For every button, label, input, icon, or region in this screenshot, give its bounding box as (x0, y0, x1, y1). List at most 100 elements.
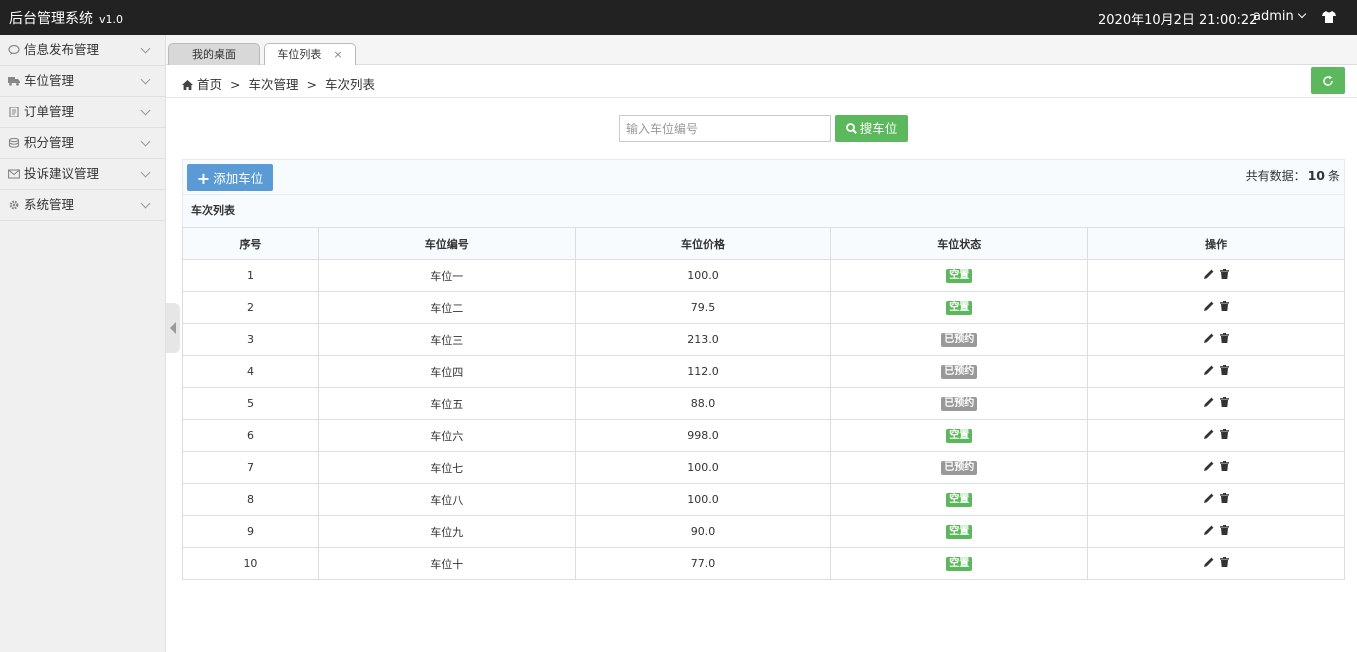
tab-label: 我的桌面 (192, 48, 236, 61)
refresh-icon (1323, 75, 1333, 86)
cell-status: 空置 (830, 515, 1089, 548)
tshirt-icon[interactable] (1322, 11, 1336, 23)
edit-button[interactable] (1203, 429, 1214, 442)
breadcrumb-separator: > (306, 77, 317, 92)
delete-button[interactable] (1219, 269, 1229, 282)
top-header: 后台管理系统 v1.0 2020年10月2日 21:00:22 admin (0, 0, 1357, 35)
delete-button[interactable] (1219, 333, 1229, 346)
cell-no: 5 (182, 387, 319, 420)
table-row: 5 车位五 88.0 已预约 (182, 387, 1345, 420)
trash-icon (1219, 301, 1229, 312)
edit-button[interactable] (1203, 269, 1214, 282)
status-badge: 空置 (946, 493, 973, 507)
sidebar-item-label: 信息发布管理 (24, 42, 100, 57)
cell-actions (1087, 451, 1345, 484)
cell-price: 90.0 (574, 515, 832, 548)
trash-icon (1219, 429, 1229, 440)
search-button[interactable]: 搜车位 (835, 115, 908, 142)
delete-button[interactable] (1219, 461, 1229, 474)
cell-price: 100.0 (574, 451, 832, 484)
cell-status: 已预约 (830, 387, 1089, 420)
trash-icon (1219, 557, 1229, 568)
sidebar-item-info[interactable]: 信息发布管理 (0, 35, 165, 66)
cell-price: 77.0 (574, 547, 832, 580)
status-badge: 已预约 (941, 397, 978, 411)
cell-no: 3 (182, 323, 319, 356)
table-row: 6 车位六 998.0 空置 (182, 419, 1345, 452)
cell-price: 88.0 (574, 387, 832, 420)
header-datetime: 2020年10月2日 21:00:22 (1098, 13, 1258, 28)
edit-button[interactable] (1203, 397, 1214, 410)
app-logo[interactable]: 后台管理系统 v1.0 (9, 8, 123, 28)
user-menu[interactable]: admin (1253, 9, 1306, 24)
edit-button[interactable] (1203, 461, 1214, 474)
sidebar-item-system[interactable]: 系统管理 (0, 190, 165, 221)
delete-button[interactable] (1219, 301, 1229, 314)
cell-status: 已预约 (830, 451, 1089, 484)
cell-price: 100.0 (574, 259, 832, 292)
edit-button[interactable] (1203, 557, 1214, 570)
search-input[interactable] (619, 115, 831, 142)
cell-status: 空置 (830, 547, 1089, 580)
table-row: 9 车位九 90.0 空置 (182, 515, 1345, 548)
edit-icon (1203, 397, 1213, 408)
trash-icon (1219, 493, 1229, 504)
cell-status: 空置 (830, 291, 1089, 324)
delete-button[interactable] (1219, 557, 1229, 570)
record-count: 共有数据： 10 条 (1246, 167, 1340, 184)
sidebar-item-label: 车位管理 (24, 73, 75, 88)
tab-parking-list[interactable]: 车位列表 × (264, 43, 356, 66)
cell-status: 空置 (830, 419, 1089, 452)
edit-icon (1203, 557, 1213, 568)
edit-icon (1203, 525, 1213, 536)
breadcrumb-home[interactable]: 首页 (197, 77, 222, 92)
table-row: 1 车位一 100.0 空置 (182, 259, 1345, 292)
trash-icon (1219, 365, 1229, 376)
plus-icon: + (196, 169, 211, 188)
gear-icon (9, 200, 19, 209)
delete-button[interactable] (1219, 493, 1229, 506)
sidebar-item-label: 积分管理 (24, 135, 75, 150)
delete-button[interactable] (1219, 365, 1229, 378)
edit-button[interactable] (1203, 333, 1214, 346)
tab-desktop[interactable]: 我的桌面 (168, 43, 260, 65)
sidebar-collapse-toggle[interactable] (166, 303, 180, 353)
cell-code: 车位五 (317, 387, 576, 420)
breadcrumb-level1[interactable]: 车次管理 (249, 77, 299, 92)
edit-icon (1203, 493, 1213, 504)
sidebar: 信息发布管理 车位管理 订单管理 积分管理 投诉建议管理 系统管理 (0, 35, 166, 652)
cell-no: 4 (182, 355, 319, 388)
sidebar-item-feedback[interactable]: 投诉建议管理 (0, 159, 165, 190)
edit-button[interactable] (1203, 301, 1214, 314)
cell-code: 车位六 (317, 419, 576, 452)
caret-left-icon (170, 322, 176, 334)
sidebar-item-parking[interactable]: 车位管理 (0, 66, 165, 97)
refresh-button[interactable] (1311, 67, 1345, 94)
edit-button[interactable] (1203, 365, 1214, 378)
table-row: 10 车位十 77.0 空置 (182, 547, 1345, 580)
status-badge: 已预约 (941, 461, 978, 475)
cell-price: 213.0 (574, 323, 832, 356)
edit-button[interactable] (1203, 493, 1214, 506)
cell-no: 6 (182, 419, 319, 452)
delete-button[interactable] (1219, 429, 1229, 442)
chevron-down-icon (140, 105, 151, 116)
status-badge: 空置 (946, 429, 973, 443)
cell-status: 已预约 (830, 323, 1089, 356)
cell-actions (1087, 387, 1345, 420)
sidebar-item-label: 系统管理 (24, 197, 75, 212)
cell-status: 已预约 (830, 355, 1089, 388)
sidebar-item-orders[interactable]: 订单管理 (0, 97, 165, 128)
edit-button[interactable] (1203, 525, 1214, 538)
cell-no: 2 (182, 291, 319, 324)
delete-button[interactable] (1219, 525, 1229, 538)
sidebar-item-points[interactable]: 积分管理 (0, 128, 165, 159)
cell-no: 9 (182, 515, 319, 548)
cell-no: 10 (182, 547, 319, 580)
cell-actions (1087, 259, 1345, 292)
cell-code: 车位一 (317, 259, 576, 292)
add-parking-button[interactable]: + 添加车位 (187, 164, 273, 191)
close-icon[interactable]: × (333, 48, 342, 61)
table-title: 车次列表 (182, 195, 1345, 228)
delete-button[interactable] (1219, 397, 1229, 410)
